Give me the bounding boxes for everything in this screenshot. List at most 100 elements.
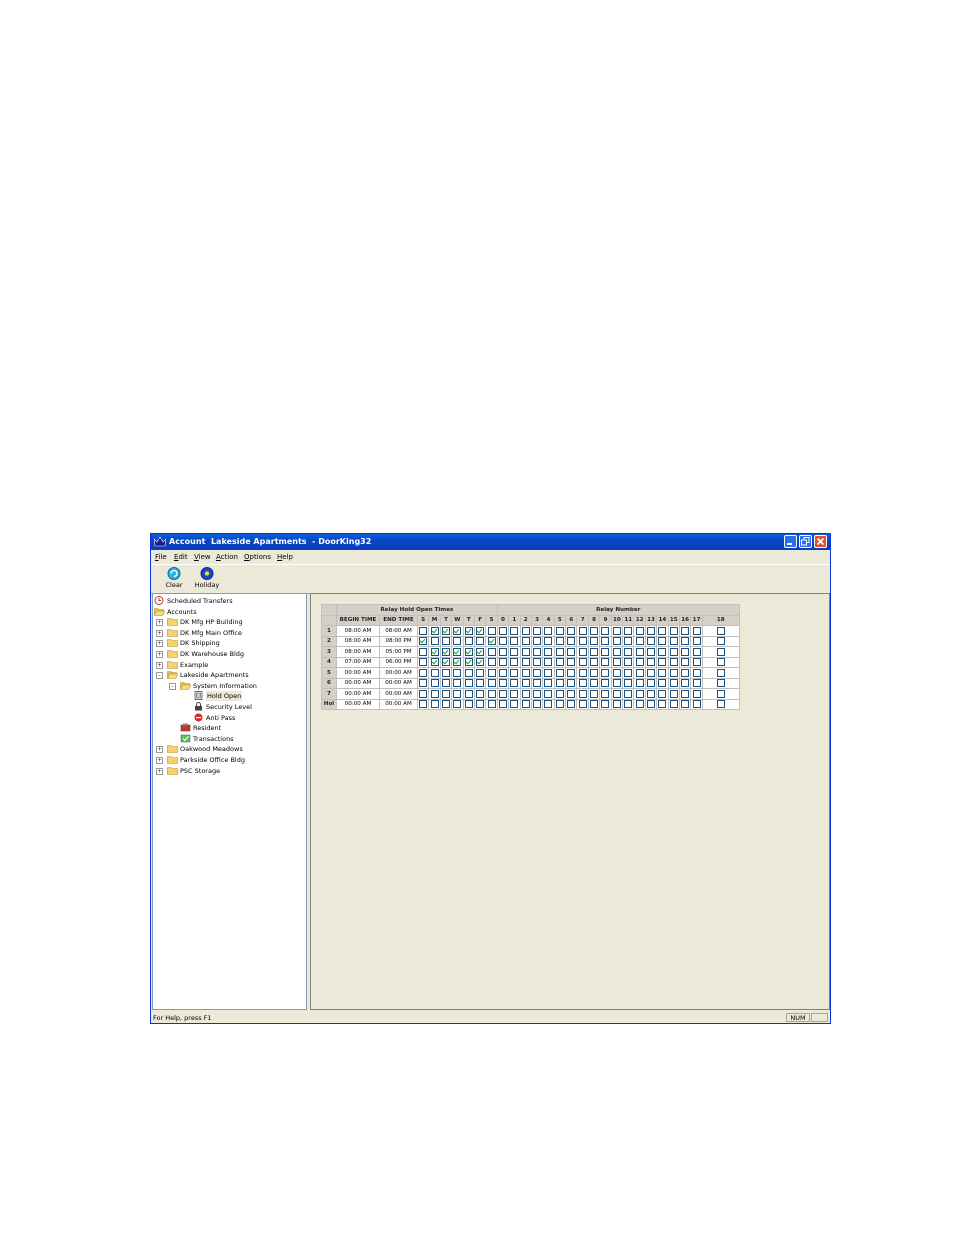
relay-checkbox[interactable] bbox=[555, 658, 564, 667]
relay-checkbox[interactable] bbox=[658, 637, 667, 646]
relay-checkbox[interactable] bbox=[521, 689, 530, 698]
relay-checkbox[interactable] bbox=[521, 679, 530, 688]
relay-checkbox[interactable] bbox=[612, 637, 621, 646]
relay-checkbox[interactable] bbox=[533, 689, 542, 698]
relay-checkbox[interactable] bbox=[590, 626, 599, 635]
day-checkbox[interactable] bbox=[419, 668, 428, 677]
relay-checkbox[interactable] bbox=[590, 658, 599, 667]
relay-checkbox[interactable] bbox=[498, 658, 507, 667]
relay-checkbox[interactable] bbox=[578, 647, 587, 656]
relay-checkbox[interactable] bbox=[647, 668, 655, 677]
day-checkbox[interactable] bbox=[419, 637, 428, 646]
day-checkbox[interactable] bbox=[430, 700, 439, 709]
relay-checkbox[interactable] bbox=[658, 658, 667, 667]
end-time-cell[interactable]: 08:00 PM bbox=[379, 635, 418, 647]
day-checkbox[interactable] bbox=[441, 668, 450, 677]
relay-checkbox[interactable] bbox=[510, 626, 519, 635]
relay-checkbox[interactable] bbox=[669, 679, 678, 688]
day-checkbox[interactable] bbox=[476, 679, 485, 688]
account-tree[interactable]: Scheduled Transfers Accounts + DK Mfg HP Bu… bbox=[152, 593, 307, 1010]
day-checkbox[interactable] bbox=[464, 689, 473, 698]
day-checkbox[interactable] bbox=[441, 626, 450, 635]
relay-checkbox[interactable] bbox=[612, 679, 621, 688]
relay-checkbox[interactable] bbox=[533, 679, 542, 688]
relay-checkbox[interactable] bbox=[510, 689, 519, 698]
relay-checkbox[interactable] bbox=[498, 668, 507, 677]
day-checkbox[interactable] bbox=[464, 700, 473, 709]
day-checkbox[interactable] bbox=[487, 700, 496, 709]
relay-checkbox[interactable] bbox=[647, 626, 655, 635]
relay-checkbox[interactable] bbox=[544, 700, 553, 709]
menu-edit[interactable]: Edit bbox=[174, 553, 188, 561]
relay-checkbox[interactable] bbox=[669, 700, 678, 709]
relay-checkbox[interactable] bbox=[567, 647, 576, 656]
relay-checkbox[interactable] bbox=[612, 689, 621, 698]
day-checkbox[interactable] bbox=[487, 658, 496, 667]
day-checkbox[interactable] bbox=[453, 658, 462, 667]
collapse-icon[interactable]: - bbox=[169, 682, 176, 690]
relay-checkbox[interactable] bbox=[612, 647, 621, 656]
relay-checkbox[interactable] bbox=[510, 647, 519, 656]
relay-checkbox[interactable] bbox=[612, 626, 621, 635]
relay-checkbox[interactable] bbox=[716, 689, 725, 698]
day-checkbox[interactable] bbox=[441, 658, 450, 667]
relay-checkbox[interactable] bbox=[521, 658, 530, 667]
begin-time-cell[interactable]: 00:00 AM bbox=[336, 667, 380, 679]
day-checkbox[interactable] bbox=[430, 626, 439, 635]
relay-checkbox[interactable] bbox=[658, 626, 667, 635]
day-checkbox[interactable] bbox=[476, 689, 485, 698]
expand-icon[interactable]: + bbox=[156, 746, 163, 754]
end-time-cell[interactable]: 06:00 PM bbox=[379, 656, 418, 668]
day-checkbox[interactable] bbox=[430, 658, 439, 667]
relay-checkbox[interactable] bbox=[692, 700, 701, 709]
begin-time-cell[interactable]: 08:00 AM bbox=[336, 625, 380, 637]
day-checkbox[interactable] bbox=[419, 689, 428, 698]
day-checkbox[interactable] bbox=[464, 658, 473, 667]
relay-checkbox[interactable] bbox=[624, 689, 633, 698]
relay-checkbox[interactable] bbox=[601, 689, 610, 698]
relay-checkbox[interactable] bbox=[590, 679, 599, 688]
expand-icon[interactable]: + bbox=[156, 651, 163, 658]
relay-checkbox[interactable] bbox=[601, 700, 610, 709]
day-checkbox[interactable] bbox=[487, 668, 496, 677]
begin-time-cell[interactable]: 08:00 AM bbox=[336, 646, 380, 658]
relay-checkbox[interactable] bbox=[578, 626, 587, 635]
day-checkbox[interactable] bbox=[441, 637, 450, 646]
expand-icon[interactable]: + bbox=[156, 640, 163, 648]
relay-checkbox[interactable] bbox=[681, 647, 690, 656]
relay-checkbox[interactable] bbox=[510, 658, 519, 667]
relay-checkbox[interactable] bbox=[692, 626, 701, 635]
day-checkbox[interactable] bbox=[419, 647, 428, 656]
relay-checkbox[interactable] bbox=[669, 637, 678, 646]
relay-checkbox[interactable] bbox=[544, 658, 553, 667]
day-checkbox[interactable] bbox=[453, 626, 462, 635]
relay-checkbox[interactable] bbox=[567, 626, 576, 635]
day-checkbox[interactable] bbox=[430, 689, 439, 698]
relay-checkbox[interactable] bbox=[647, 637, 655, 646]
day-checkbox[interactable] bbox=[476, 668, 485, 677]
end-time-cell[interactable]: 00:00 AM bbox=[379, 688, 418, 700]
relay-checkbox[interactable] bbox=[612, 700, 621, 709]
relay-checkbox[interactable] bbox=[578, 637, 587, 646]
relay-checkbox[interactable] bbox=[498, 647, 507, 656]
relay-checkbox[interactable] bbox=[647, 647, 655, 656]
relay-checkbox[interactable] bbox=[498, 700, 507, 709]
relay-checkbox[interactable] bbox=[555, 626, 564, 635]
relay-checkbox[interactable] bbox=[624, 637, 633, 646]
relay-checkbox[interactable] bbox=[716, 637, 725, 646]
menu-file[interactable]: File bbox=[155, 553, 167, 561]
relay-checkbox[interactable] bbox=[533, 637, 542, 646]
day-checkbox[interactable] bbox=[453, 637, 462, 646]
relay-checkbox[interactable] bbox=[669, 658, 678, 667]
relay-checkbox[interactable] bbox=[612, 658, 621, 667]
relay-checkbox[interactable] bbox=[635, 647, 644, 656]
day-checkbox[interactable] bbox=[430, 637, 439, 646]
end-time-cell[interactable]: 00:00 AM bbox=[379, 667, 418, 679]
relay-checkbox[interactable] bbox=[601, 626, 610, 635]
relay-checkbox[interactable] bbox=[601, 679, 610, 688]
relay-checkbox[interactable] bbox=[658, 689, 667, 698]
day-checkbox[interactable] bbox=[430, 679, 439, 688]
restore-button[interactable] bbox=[799, 535, 812, 548]
relay-checkbox[interactable] bbox=[635, 679, 644, 688]
relay-checkbox[interactable] bbox=[692, 647, 701, 656]
